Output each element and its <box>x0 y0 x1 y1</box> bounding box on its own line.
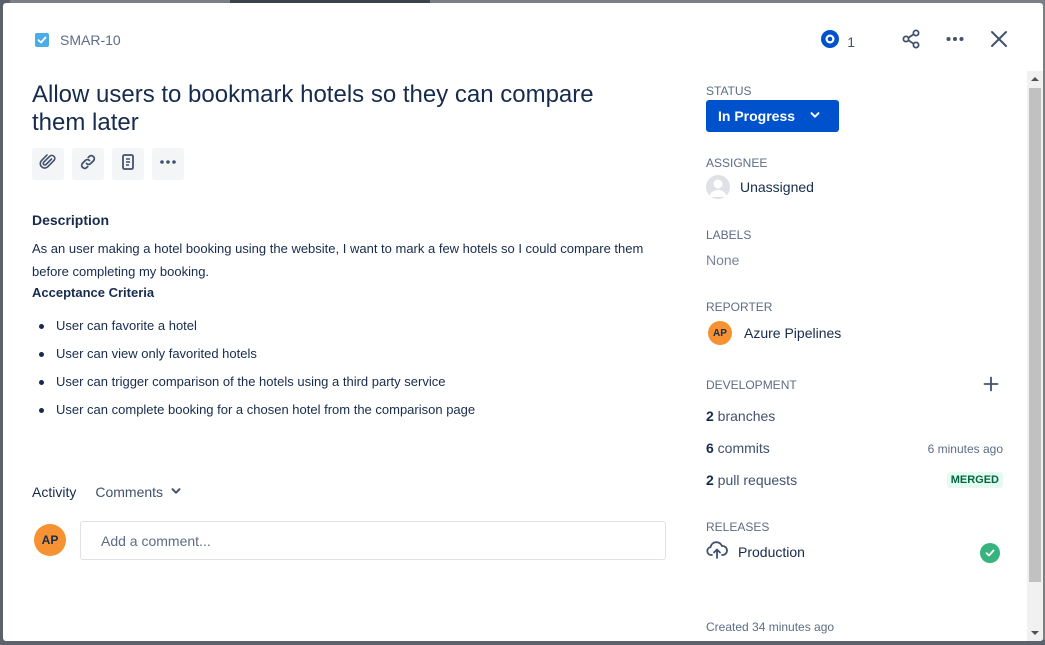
release-link[interactable]: Production <box>706 541 805 562</box>
issue-key-link[interactable]: SMAR-10 <box>35 32 121 48</box>
reporter-value: Azure Pipelines <box>744 325 842 341</box>
commits-text: commits <box>713 440 770 456</box>
reporter-field[interactable]: AP Azure Pipelines <box>708 321 841 345</box>
created-timestamp: Created 34 minutes ago <box>706 620 835 634</box>
activity-section: Activity Comments <box>32 484 182 500</box>
close-icon <box>990 30 1008 53</box>
assignee-value: Unassigned <box>740 179 814 195</box>
story-checkbox-icon <box>35 33 49 47</box>
issue-modal: SMAR-10 1 Allow users to bookmark hotels… <box>3 3 1043 641</box>
acceptance-criteria-heading: Acceptance Criteria <box>32 285 155 300</box>
watch-count: 1 <box>847 33 855 50</box>
add-development-button[interactable] <box>981 374 1001 394</box>
pull-requests-link[interactable]: 2 pull requests <box>706 472 797 488</box>
chevron-down-icon <box>170 484 182 500</box>
activity-heading: Activity <box>32 484 77 500</box>
status-value: In Progress <box>718 108 796 124</box>
activity-filter-dropdown[interactable]: Comments <box>95 484 182 500</box>
plus-icon <box>981 376 1001 398</box>
cloud-upload-icon <box>706 541 728 562</box>
scrollbar[interactable] <box>1027 71 1043 641</box>
labels-field[interactable]: None <box>706 252 739 268</box>
status-label: STATUS <box>706 84 752 98</box>
assignee-label: ASSIGNEE <box>706 156 768 170</box>
activity-filter-label: Comments <box>95 484 164 500</box>
attach-button[interactable] <box>32 148 64 180</box>
share-icon <box>901 29 921 54</box>
commits-count: 6 <box>706 440 714 456</box>
commits-timestamp: 6 minutes ago <box>927 442 1003 456</box>
page-icon <box>119 153 137 176</box>
scroll-up-arrow-icon[interactable] <box>1027 71 1043 87</box>
releases-label: RELEASES <box>706 520 770 534</box>
development-label: DEVELOPMENT <box>706 378 797 392</box>
user-placeholder-icon <box>706 175 730 199</box>
release-value: Production <box>738 543 805 560</box>
labels-label: LABELS <box>706 228 752 242</box>
avatar: AP <box>34 524 66 556</box>
prs-text: pull requests <box>713 472 798 488</box>
scroll-down-arrow-icon[interactable] <box>1027 625 1043 641</box>
description-heading: Description <box>32 212 110 228</box>
success-check-icon <box>980 543 1000 563</box>
branches-text: branches <box>713 408 776 424</box>
create-page-button[interactable] <box>112 148 144 180</box>
issue-title[interactable]: Allow users to bookmark hotels so they c… <box>32 81 652 137</box>
more-actions-button[interactable] <box>939 26 971 58</box>
issue-key: SMAR-10 <box>60 32 121 48</box>
merged-badge: MERGED <box>946 472 1003 488</box>
issue-toolbar <box>32 148 184 180</box>
list-item: User can view only favorited hotels <box>32 343 475 371</box>
list-item: User can favorite a hotel <box>32 315 475 343</box>
description-text[interactable]: As an user making a hotel booking using … <box>32 237 672 283</box>
list-item: User can trigger comparison of the hotel… <box>32 371 475 399</box>
watch-button[interactable]: 1 <box>814 25 861 58</box>
chevron-down-icon <box>809 108 821 124</box>
prs-count: 2 <box>706 472 714 488</box>
acceptance-criteria-list: User can favorite a hotel User can view … <box>32 315 475 427</box>
branches-link[interactable]: 2 branches <box>706 408 775 424</box>
status-dropdown[interactable]: In Progress <box>706 100 839 132</box>
link-icon <box>79 153 97 176</box>
assignee-field[interactable]: Unassigned <box>706 175 814 199</box>
paperclip-icon <box>39 153 57 176</box>
comment-input[interactable]: Add a comment... <box>80 521 666 560</box>
branches-count: 2 <box>706 408 714 424</box>
eye-icon <box>820 29 840 54</box>
more-icon <box>945 29 965 54</box>
header-actions: 1 <box>814 25 1015 58</box>
share-button[interactable] <box>895 26 927 58</box>
commits-link[interactable]: 6 commits <box>706 440 770 456</box>
more-icon <box>159 153 177 176</box>
toolbar-more-button[interactable] <box>152 148 184 180</box>
scrollbar-thumb[interactable] <box>1029 88 1041 582</box>
close-button[interactable] <box>983 26 1015 58</box>
list-item: User can complete booking for a chosen h… <box>32 399 475 427</box>
reporter-label: REPORTER <box>706 300 773 314</box>
avatar: AP <box>708 321 732 345</box>
link-issue-button[interactable] <box>72 148 104 180</box>
